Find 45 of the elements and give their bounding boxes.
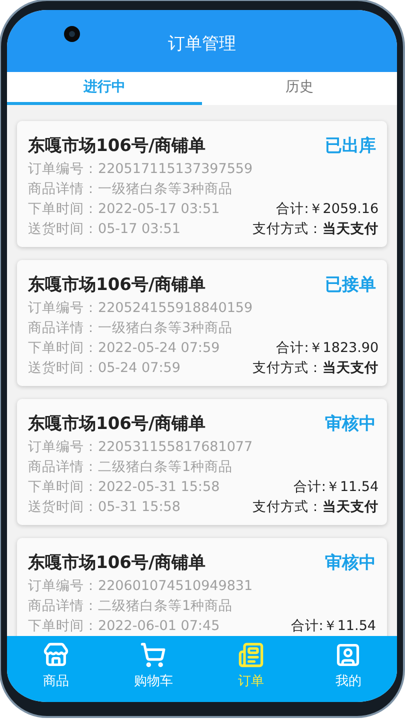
order-title: 东嘎市场106号/商铺单 xyxy=(28,274,206,296)
order-detail: 订单编号：220601074510949831 xyxy=(28,577,253,596)
order-total: 合计:￥11.54 xyxy=(293,478,379,497)
order-total: 合计:￥11.54 xyxy=(290,617,376,636)
order-detail: 下单时间：2022-06-01 07:45 xyxy=(28,617,221,636)
payment-method: 支付方式：当天支付 xyxy=(252,498,379,517)
order-total: 合计:￥2059.16 xyxy=(276,200,379,219)
order-detail: 商品详情：二级猪白条等1种商品 xyxy=(28,597,234,616)
order-detail: 送货时间：05-31 15:58 xyxy=(28,498,182,517)
order-card[interactable]: 东嘎市场106号/商铺单 审核中 订单编号：220531155817681077 商品详情：二级猪白条等1种商品 下单时间：2022-05-31 15:58 送货时间：05-31 15:58 合计:￥11.54 支付方式：当天支付 xyxy=(17,399,387,525)
payment-method: 支付方式：当天支付 xyxy=(252,220,379,239)
camera-icon xyxy=(64,26,80,42)
payment-method: 支付方式：当天支付 xyxy=(252,359,379,378)
order-status: 已接单 xyxy=(325,274,376,296)
order-detail: 下单时间：2022-05-17 03:51 xyxy=(28,200,221,219)
cart-icon xyxy=(140,642,166,668)
store-icon xyxy=(42,642,69,668)
order-total: 合计:￥1823.90 xyxy=(276,339,379,358)
order-title: 东嘎市场106号/商铺单 xyxy=(28,134,206,156)
order-detail: 下单时间：2022-05-24 07:59 xyxy=(28,339,221,358)
person-icon xyxy=(335,642,362,668)
tab[interactable]: 历史 xyxy=(202,72,397,105)
order-card[interactable]: 东嘎市场106号/商铺单 已接单 订单编号：220524155918840159 商品详情：一级猪白条等3种商品 下单时间：2022-05-24 07:59 送货时间：05-24 07:59 合计:￥1823.90 支付方式：当天支付 xyxy=(17,260,387,386)
order-detail: 送货时间：05-24 07:59 xyxy=(28,359,182,378)
order-card[interactable]: 东嘎市场106号/商铺单 已出库 订单编号：220517115137397559 商品详情：一级猪白条等3种商品 下单时间：2022-05-17 03:51 送货时间：05-17 03:51 合计:￥2059.16 支付方式：当天支付 xyxy=(17,121,387,247)
page-title: 订单管理 xyxy=(168,32,236,54)
order-title: 东嘎市场106号/商铺单 xyxy=(28,552,206,574)
nav-item[interactable]: 我的 xyxy=(300,642,397,702)
order-status: 审核中 xyxy=(325,412,376,434)
order-detail: 商品详情：二级猪白条等1种商品 xyxy=(28,458,234,477)
order-detail: 订单编号：220524155918840159 xyxy=(28,299,253,318)
nav-item[interactable]: 购物车 xyxy=(104,642,202,702)
order-detail: 订单编号：220531155817681077 xyxy=(28,438,253,457)
tab[interactable]: 进行中 xyxy=(7,72,202,105)
order-title: 东嘎市场106号/商铺单 xyxy=(28,412,206,434)
document-icon xyxy=(238,642,264,668)
order-status: 审核中 xyxy=(325,552,376,574)
order-detail: 送货时间：05-17 03:51 xyxy=(28,220,182,239)
order-detail: 商品详情：一级猪白条等3种商品 xyxy=(28,319,234,338)
order-detail: 订单编号：220517115137397559 xyxy=(28,160,253,179)
nav-item[interactable]: 商品 xyxy=(7,642,104,702)
order-detail: 商品详情：一级猪白条等3种商品 xyxy=(28,180,234,199)
order-status: 已出库 xyxy=(325,134,376,156)
order-card[interactable]: 东嘎市场106号/商铺单 审核中 订单编号：220601074510949831 商品详情：二级猪白条等1种商品 下单时间：2022-06-01 07:45 合计:￥11.54 xyxy=(17,538,387,636)
order-detail: 下单时间：2022-05-31 15:58 xyxy=(28,478,221,497)
